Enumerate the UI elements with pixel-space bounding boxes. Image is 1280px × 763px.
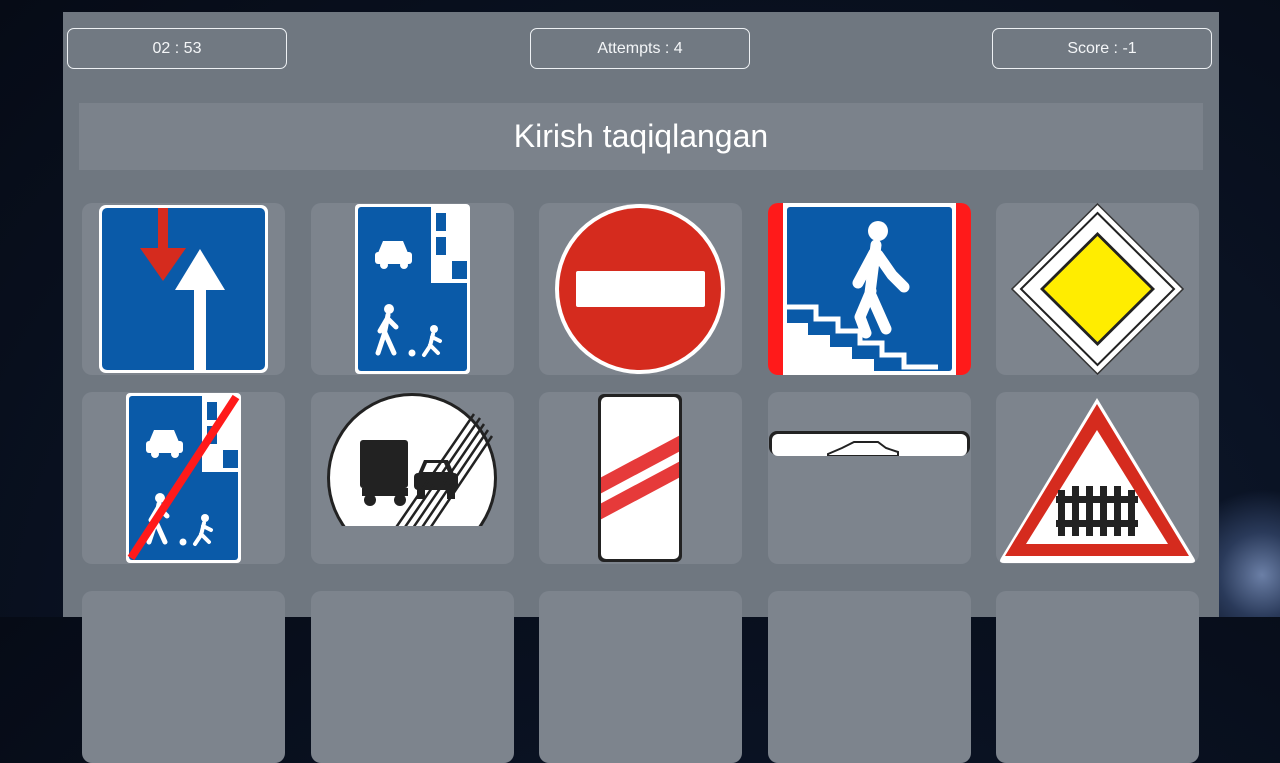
game-panel: 02 : 53 Attempts : 4 Score : -1 Kirish t… — [63, 12, 1219, 763]
priority-road-sign-icon — [1011, 203, 1184, 375]
sign-card-1[interactable] — [82, 203, 285, 375]
score-display: Score : -1 — [992, 28, 1212, 69]
end-of-no-overtaking-trucks-sign-icon — [327, 393, 497, 526]
sign-card-7[interactable] — [311, 392, 514, 564]
sign-card-2[interactable] — [311, 203, 514, 375]
timer-display: 02 : 53 — [67, 28, 287, 69]
sign-card-3[interactable] — [539, 203, 742, 375]
sign-card-10[interactable] — [996, 392, 1199, 564]
priority-over-oncoming-sign-icon — [99, 205, 268, 373]
sign-card-8[interactable] — [539, 392, 742, 564]
end-of-living-zone-sign-icon — [126, 393, 241, 563]
loading-sign-icon — [769, 431, 970, 456]
railway-crossing-with-barrier-sign-icon — [1000, 398, 1195, 563]
railway-crossing-approach-sign-icon — [598, 394, 682, 562]
sign-card-9[interactable] — [768, 392, 971, 564]
question-banner: Kirish taqiqlangan — [79, 103, 1203, 170]
living-zone-sign-icon — [355, 204, 470, 374]
sign-card-5[interactable] — [996, 203, 1199, 375]
no-entry-sign-icon — [555, 204, 725, 374]
sign-card-4[interactable] — [768, 203, 971, 375]
underground-crossing-sign-icon — [768, 203, 971, 375]
question-text: Kirish taqiqlangan — [513, 118, 769, 154]
sign-card-6[interactable] — [82, 392, 285, 564]
attempts-display: Attempts : 4 — [530, 28, 750, 69]
